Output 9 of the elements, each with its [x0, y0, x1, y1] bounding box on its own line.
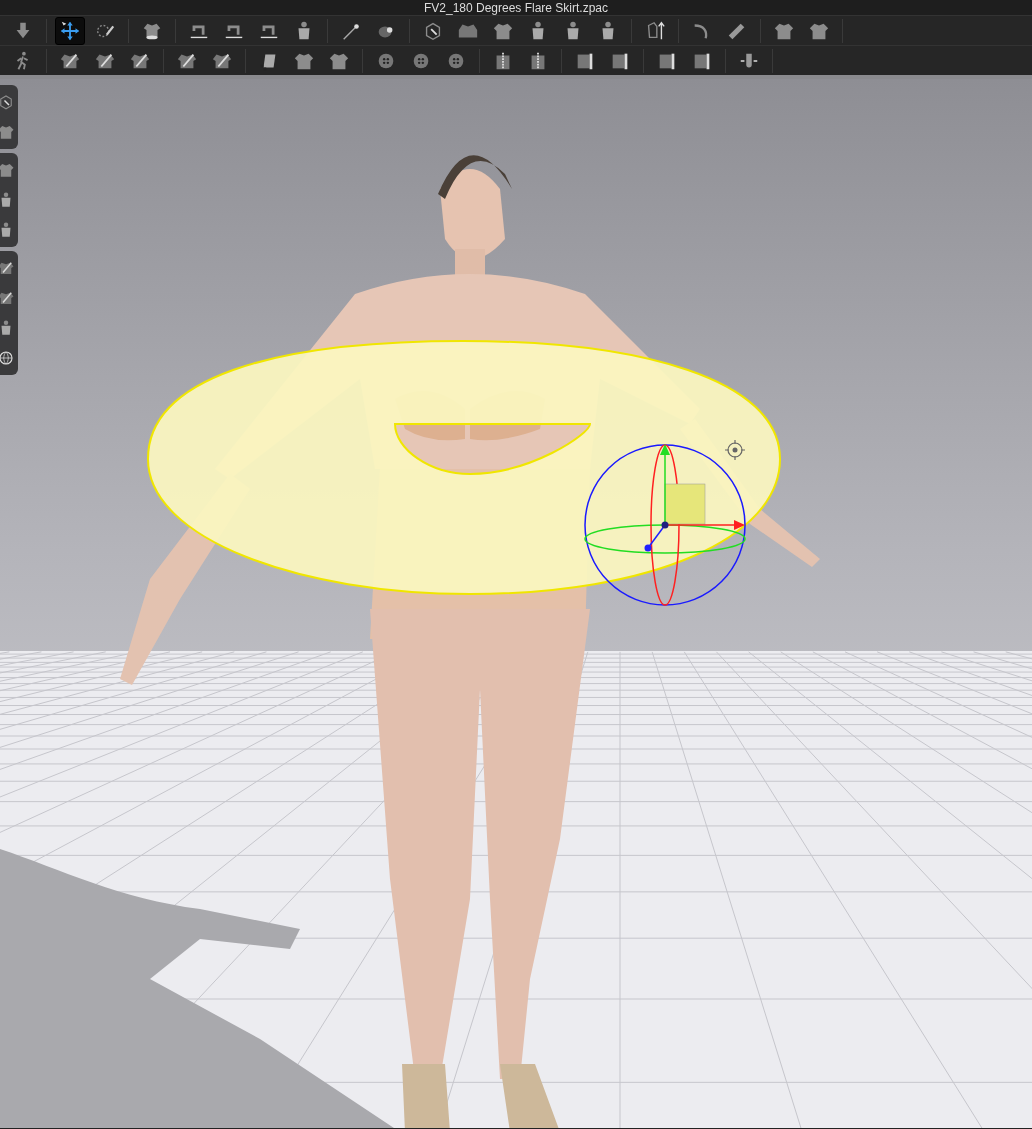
brush-shirt-icon — [0, 259, 15, 277]
shirt-icon — [0, 123, 15, 141]
move-arrows-icon — [59, 19, 81, 42]
tool-button[interactable] — [55, 16, 85, 45]
crosshair-icon — [724, 439, 746, 461]
globe-icon — [0, 349, 15, 367]
brush-shirt-icon — [0, 289, 15, 307]
window-title: FV2_180 Degrees Flare Skirt.zpac — [423, 0, 609, 15]
shirt-icon — [0, 161, 15, 179]
